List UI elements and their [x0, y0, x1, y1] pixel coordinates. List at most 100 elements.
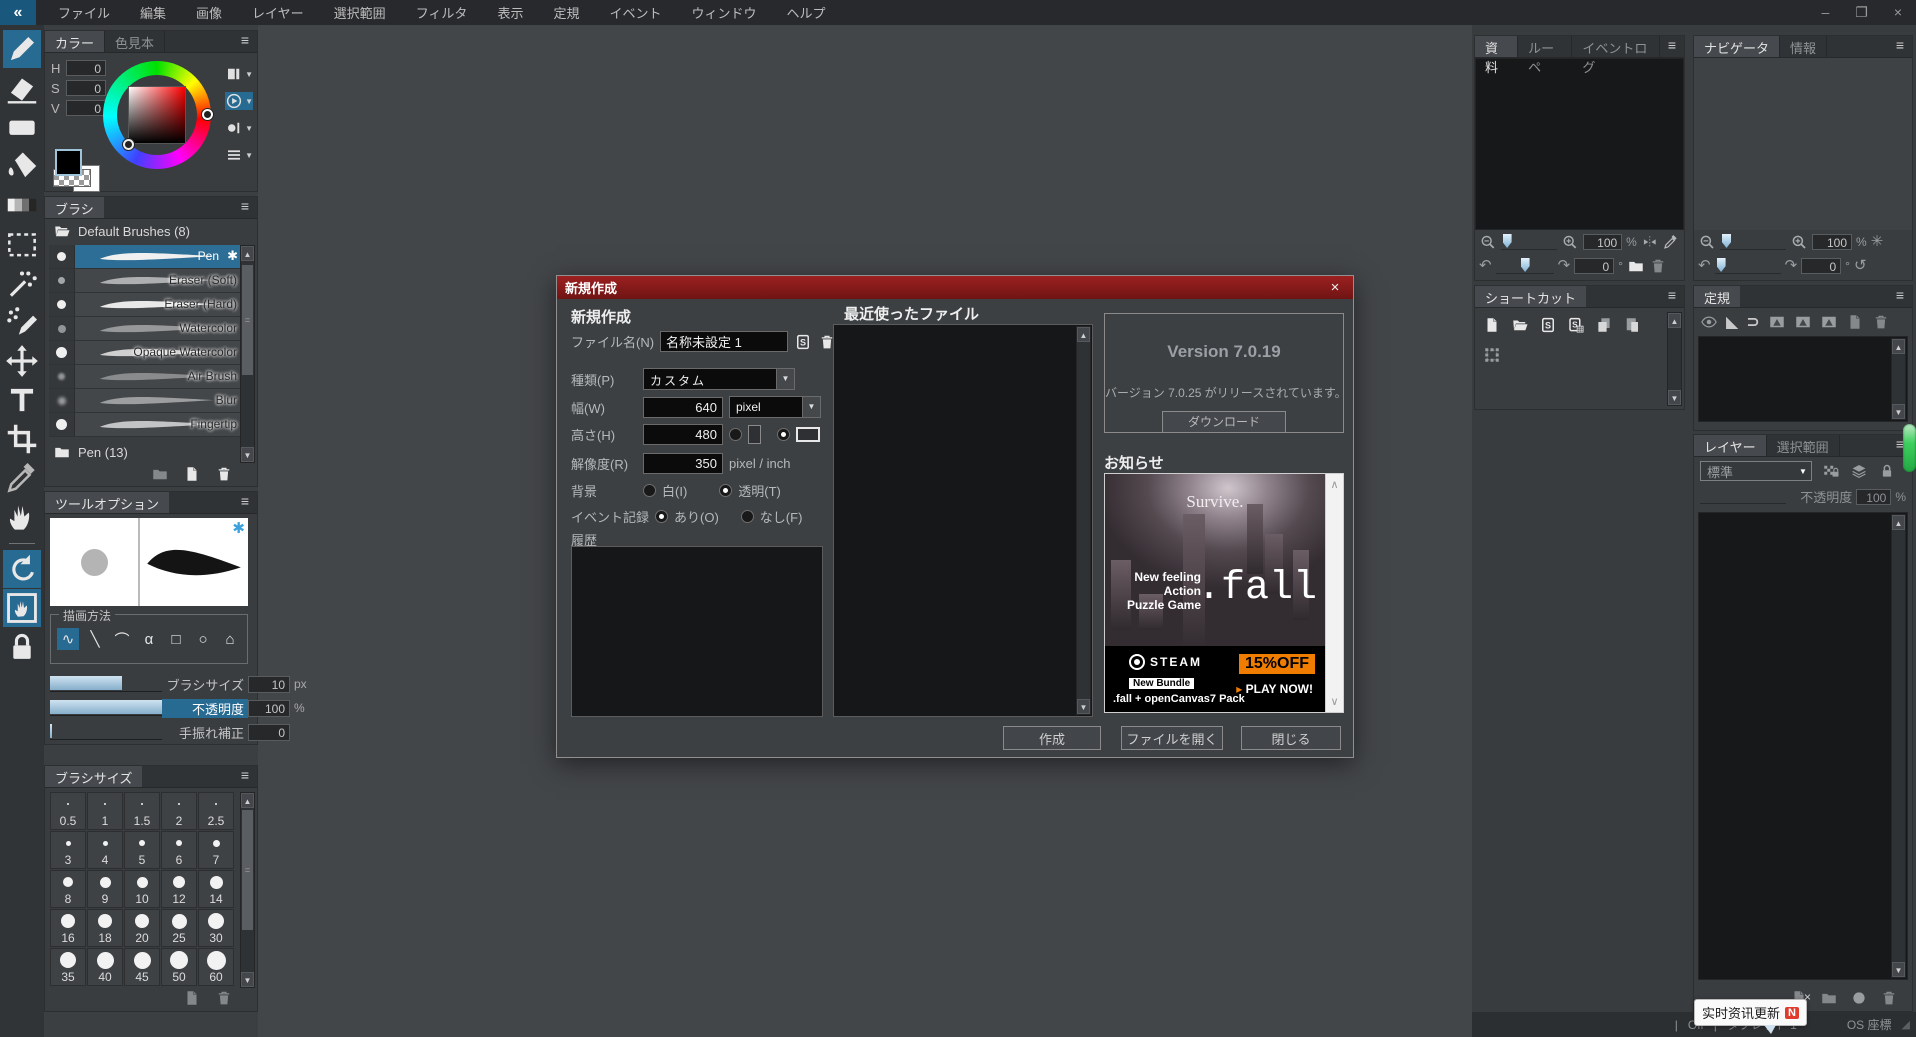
tab-layer[interactable]: レイヤー [1694, 435, 1767, 456]
menu-event[interactable]: イベント [609, 3, 661, 22]
opacity-slider[interactable] [50, 700, 162, 716]
scroll-down-icon[interactable]: ∨ [1330, 695, 1338, 708]
tab-color[interactable]: カラー [45, 31, 105, 52]
nav-angle-slider[interactable] [1715, 258, 1781, 274]
dropdown-icon[interactable]: ▼ [1795, 467, 1811, 476]
curve-ruler-icon[interactable]: ⊃ [1746, 312, 1759, 332]
dropdown-icon[interactable]: ▼ [802, 397, 820, 417]
color-mode-bar-button[interactable]: ▼ [225, 119, 253, 137]
rotate-cw-icon[interactable]: ↷ [1785, 258, 1798, 274]
select-pen-tool[interactable] [3, 303, 41, 341]
brush-size-cell[interactable]: 50 [161, 948, 197, 986]
layer-opacity-field[interactable]: 100 [1856, 489, 1891, 505]
panel-menu-icon[interactable]: ≡ [233, 197, 257, 218]
brush-size-cell[interactable]: 6 [161, 831, 197, 869]
scroll-up-icon[interactable]: ∧ [1330, 478, 1338, 491]
open-reference-icon[interactable] [1627, 257, 1645, 275]
height-input[interactable] [643, 424, 723, 445]
brush-size-cell[interactable]: 35 [50, 948, 86, 986]
menu-file[interactable]: ファイル [58, 3, 110, 22]
rotate-cw-icon[interactable]: ↷ [1558, 258, 1571, 274]
menu-help[interactable]: ヘルプ [787, 3, 826, 22]
portrait-radio[interactable] [729, 428, 742, 441]
panel-menu-icon[interactable]: ≡ [233, 766, 257, 787]
panel-menu-icon[interactable]: ≡ [233, 492, 257, 513]
color-mode-lines-button[interactable]: ▼ [225, 146, 253, 164]
menu-selection[interactable]: 選択範囲 [334, 3, 386, 22]
shortcut-new-icon[interactable] [1483, 316, 1501, 334]
flip-icon[interactable] [1641, 233, 1659, 251]
delete-size-icon[interactable] [215, 989, 233, 1007]
tab-event-log[interactable]: イベントログ [1572, 36, 1659, 57]
nav-angle-field[interactable]: 0 [1801, 258, 1841, 274]
brush-size-cell[interactable]: 60 [198, 948, 234, 986]
brush-folder-closed[interactable]: Pen (13) [45, 440, 128, 464]
brush-size-cell[interactable]: 10 [124, 870, 160, 908]
bg-white-radio[interactable] [643, 484, 656, 497]
select-rect-tool[interactable] [3, 225, 41, 263]
panel-menu-icon[interactable]: ≡ [1660, 36, 1684, 57]
saturation-field[interactable]: 0 [66, 80, 106, 96]
brush-size-cell[interactable]: 0.5 [50, 792, 86, 830]
zoom-in-icon[interactable] [1561, 233, 1579, 251]
resize-grip[interactable]: ◢ [1902, 1018, 1910, 1031]
ref-zoom-field[interactable]: 100 [1583, 234, 1622, 250]
method-arc-icon[interactable]: ⌒ [111, 628, 133, 650]
brush-size-cell[interactable]: 1 [87, 792, 123, 830]
brush-item[interactable]: Eraser (Soft) [49, 269, 241, 293]
panel-menu-icon[interactable]: ≡ [1888, 286, 1912, 307]
hue-marker[interactable] [202, 109, 213, 120]
brush-size-slider[interactable] [50, 676, 162, 692]
brush-settings-icon[interactable]: ✱ [227, 248, 238, 264]
tab-swatches[interactable]: 色見本 [105, 31, 165, 52]
recent-files-list[interactable]: ▲ ▼ [833, 324, 1093, 717]
menu-layer[interactable]: レイヤー [252, 3, 304, 22]
file-name-input[interactable] [660, 331, 788, 352]
open-file-button[interactable]: ファイルを開く [1121, 726, 1223, 750]
mirror-ruler-3-icon[interactable] [1820, 313, 1838, 331]
text-tool[interactable] [3, 381, 41, 419]
shortcut-scrollbar[interactable]: ▲ ▼ [1667, 312, 1682, 406]
scroll-thumb[interactable]: = [242, 810, 253, 930]
brush-size-cell[interactable]: 2 [161, 792, 197, 830]
method-line-icon[interactable]: ╲ [84, 628, 106, 650]
reset-zoom-icon[interactable]: ✳ [1871, 234, 1884, 250]
rotate-ccw-icon[interactable]: ↶ [1479, 258, 1492, 274]
magic-wand-tool[interactable] [3, 264, 41, 302]
shortcut-select-icon[interactable] [1483, 346, 1501, 364]
landscape-radio[interactable] [777, 428, 790, 441]
brush-size-cell[interactable]: 25 [161, 909, 197, 947]
navigator-view[interactable] [1694, 58, 1912, 230]
eyedropper-icon[interactable] [1662, 233, 1680, 251]
eraser-tool[interactable] [3, 69, 41, 107]
width-unit-dropdown[interactable]: pixel▼ [729, 396, 821, 418]
gradient-tool[interactable] [3, 186, 41, 224]
brush-item[interactable]: Watercolor [49, 317, 241, 341]
shortcut-paste-icon[interactable] [1623, 316, 1641, 334]
close-reference-icon[interactable] [1649, 257, 1667, 275]
nav-zoom-slider[interactable] [1720, 234, 1786, 250]
scroll-down-icon[interactable]: ▼ [241, 972, 254, 987]
rotate-ccw-icon[interactable]: ↶ [1698, 258, 1711, 274]
ref-angle-field[interactable]: 0 [1574, 258, 1614, 274]
scroll-down-icon[interactable]: ▼ [1892, 962, 1905, 977]
scroll-down-icon[interactable]: ▼ [1668, 390, 1681, 405]
value-field[interactable]: 0 [66, 100, 106, 116]
scroll-thumb[interactable]: = [242, 265, 253, 375]
brush-size-cell[interactable]: 7 [198, 831, 234, 869]
zoom-out-icon[interactable] [1698, 233, 1716, 251]
bg-transparent-radio[interactable] [719, 484, 732, 497]
scroll-up-icon[interactable]: ▲ [1077, 327, 1090, 342]
brush-size-cell[interactable]: 1.5 [124, 792, 160, 830]
scroll-up-icon[interactable]: ▲ [241, 246, 254, 261]
hue-field[interactable]: 0 [66, 60, 106, 76]
brush-size-cell[interactable]: 4 [87, 831, 123, 869]
close-button[interactable]: × [1894, 4, 1902, 21]
color-mode-wheel-button[interactable]: ▼ [225, 92, 253, 110]
zoom-out-icon[interactable] [1479, 233, 1497, 251]
opacity-field[interactable]: 100 [248, 700, 290, 717]
width-input[interactable] [643, 397, 723, 418]
layers-icon[interactable] [1850, 462, 1868, 480]
hand-tool[interactable] [3, 498, 41, 536]
tab-reference[interactable]: 資料 [1475, 36, 1518, 57]
